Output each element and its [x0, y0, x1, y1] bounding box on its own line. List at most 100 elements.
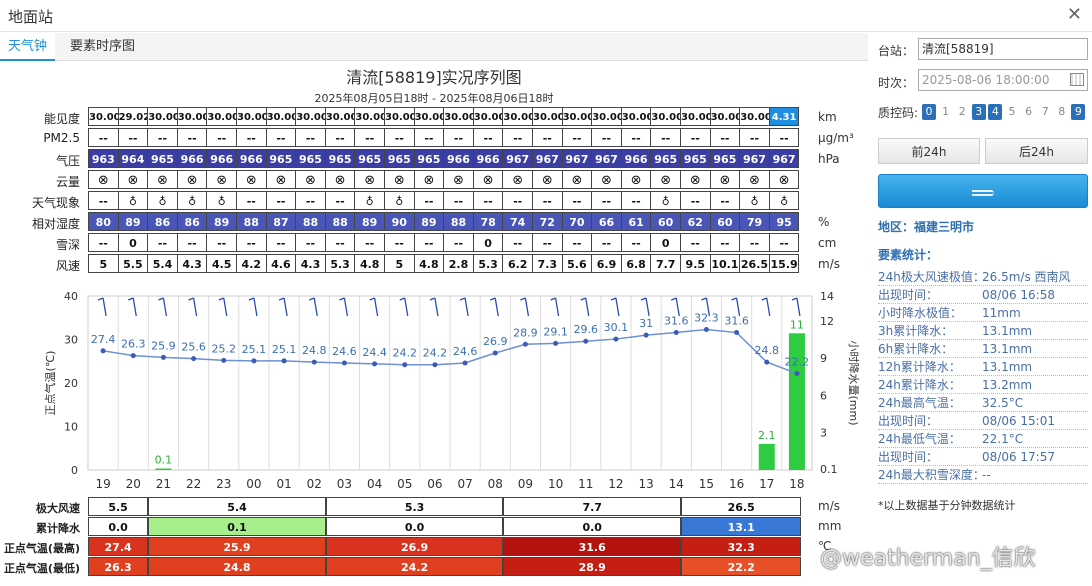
wind-barb-flag-icon — [459, 297, 466, 301]
cell-snow: 0 — [117, 233, 149, 252]
cell-wind-speed: 6.8 — [620, 254, 652, 273]
wind-barb-icon — [675, 297, 680, 317]
y-tick-label: 20 — [64, 377, 78, 390]
cell-visibility: 30.00 — [620, 107, 652, 126]
cell-weather: -- — [265, 191, 297, 210]
temperature-point — [341, 360, 347, 366]
cell-pm25: -- — [650, 128, 681, 147]
temperature-point — [311, 359, 317, 365]
temperature-label: 25.1 — [242, 343, 267, 356]
prev-24h-button[interactable]: 前24h — [878, 138, 980, 164]
stat-value: 11mm — [982, 306, 1021, 320]
summary-cell-max-wind: 5.5 — [88, 497, 149, 516]
calendar-icon[interactable] — [1070, 73, 1084, 86]
qc-code[interactable]: 3 — [971, 104, 986, 120]
x-tick-label: 04 — [367, 477, 382, 490]
cell-wind-speed: 5.3 — [472, 254, 504, 273]
summary-cell-max-wind: 5.3 — [325, 497, 504, 516]
qc-code[interactable]: 0 — [922, 104, 936, 120]
cell-wind-speed: 4.5 — [206, 254, 237, 273]
temperature-label: 29.1 — [543, 325, 568, 338]
cell-wind-speed: 4.2 — [236, 254, 267, 273]
temperature-point — [794, 370, 800, 376]
stat-row: 24h最高气温： 32.5°C — [878, 394, 1088, 412]
precip-label: 11 — [790, 318, 804, 331]
cell-snow: -- — [236, 233, 267, 252]
station-input[interactable]: 清流[58819] — [918, 38, 1088, 60]
qc-code[interactable]: 1 — [939, 104, 953, 120]
wind-barb-icon — [373, 297, 379, 317]
wind-barb-icon — [615, 297, 620, 317]
close-icon[interactable]: ✕ — [1067, 4, 1082, 25]
cell-humidity: 60 — [709, 212, 741, 231]
cell-pm25: -- — [591, 128, 622, 147]
stat-value: -- — [982, 468, 991, 482]
summary-cell-acc-precip: 0.0 — [503, 517, 681, 536]
qc-code[interactable]: 2 — [955, 104, 969, 120]
x-tick-label: 06 — [427, 477, 442, 490]
cell-weather: ♁ — [206, 191, 237, 210]
temperature-point — [432, 362, 438, 368]
x-tick-label: 07 — [457, 477, 472, 490]
cell-wind-speed: 6.2 — [502, 254, 533, 273]
cell-wind-speed: 4.8 — [354, 254, 385, 273]
precip-label: 0.1 — [155, 454, 173, 467]
cell-humidity: 74 — [502, 212, 533, 231]
cell-snow: -- — [176, 233, 208, 252]
query-button[interactable] — [878, 174, 1088, 208]
x-tick-label: 17 — [759, 477, 774, 490]
temperature-label: 32.3 — [694, 311, 719, 324]
cell-pressure: 966 — [236, 149, 267, 168]
qc-code[interactable]: 7 — [1038, 104, 1052, 120]
summary-cell-temp-max: 25.9 — [148, 537, 326, 556]
cell-weather: ♁ — [768, 191, 800, 210]
row-unit-pressure: hPa — [818, 152, 840, 166]
cell-humidity: 88 — [236, 212, 267, 231]
stats-note: *以上数据基于分钟数据统计 — [878, 499, 1016, 512]
cell-weather: ♁ — [650, 191, 681, 210]
wind-barb-icon — [434, 297, 439, 317]
time-input[interactable]: 2025-08-06 18:00:00 — [918, 69, 1088, 91]
cell-humidity: 70 — [561, 212, 593, 231]
cell-wind-speed: 7.3 — [532, 254, 563, 273]
qc-code[interactable]: 4 — [988, 104, 1003, 120]
cell-cloud: ⊗ — [472, 170, 504, 189]
cell-pm25: -- — [739, 128, 770, 147]
cell-pm25: -- — [472, 128, 504, 147]
cell-visibility: 30.00 — [176, 107, 208, 126]
y2-tick-label: 14 — [820, 290, 834, 303]
cell-humidity: 86 — [147, 212, 178, 231]
cell-pressure: 965 — [709, 149, 741, 168]
temperature-label: 25.9 — [151, 339, 176, 352]
next-24h-button[interactable]: 后24h — [985, 138, 1088, 164]
tab-element-timeseries[interactable]: 要素时序图 — [62, 33, 143, 61]
cell-snow: -- — [768, 233, 800, 252]
cell-humidity: 60 — [650, 212, 681, 231]
temperature-label: 24.2 — [393, 347, 418, 360]
cell-humidity: 89 — [206, 212, 237, 231]
cell-pressure: 965 — [147, 149, 178, 168]
qc-code[interactable]: 5 — [1005, 104, 1019, 120]
cell-visibility: 30.00 — [739, 107, 770, 126]
cell-pressure: 963 — [88, 149, 119, 168]
x-tick-label: 19 — [95, 477, 110, 490]
x-tick-label: 15 — [699, 477, 714, 490]
cell-pressure: 965 — [324, 149, 356, 168]
wind-barb-icon — [524, 297, 530, 317]
temperature-label: 31.6 — [724, 315, 749, 328]
cell-snow: -- — [739, 233, 770, 252]
cell-cloud: ⊗ — [591, 170, 622, 189]
wind-barb-flag-icon — [158, 297, 164, 301]
qc-code[interactable]: 6 — [1022, 104, 1036, 120]
cell-cloud: ⊗ — [117, 170, 149, 189]
qc-code[interactable]: 8 — [1055, 104, 1069, 120]
cell-weather: ♁ — [176, 191, 208, 210]
cell-snow: -- — [502, 233, 533, 252]
temperature-label: 24.4 — [362, 346, 387, 359]
qc-code[interactable]: 9 — [1071, 104, 1086, 120]
y-tick-label: 40 — [64, 290, 78, 303]
cell-pressure: 967 — [502, 149, 533, 168]
row-unit-snow: cm — [818, 236, 837, 250]
wind-barb-icon — [343, 297, 349, 317]
tab-weather-clock[interactable]: 天气钟 — [0, 33, 56, 61]
